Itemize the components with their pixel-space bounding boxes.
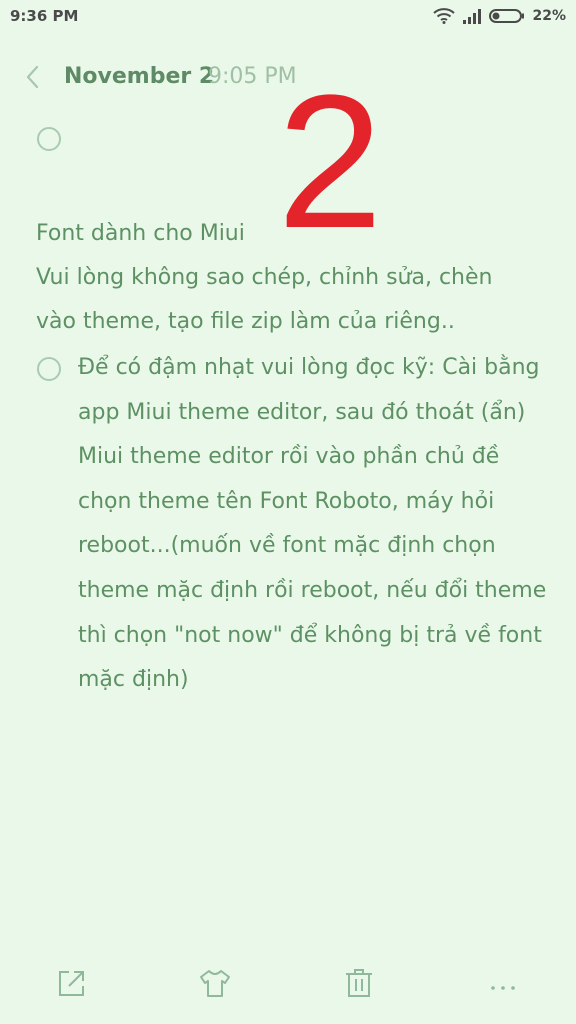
signal-icon bbox=[463, 9, 482, 24]
status-time: 9:36 PM bbox=[10, 7, 79, 25]
note-line-2[interactable]: Vui lòng không sao chép, chỉnh sửa, chèn bbox=[36, 256, 492, 300]
chevron-left-icon[interactable] bbox=[22, 64, 44, 90]
theme-shirt-icon[interactable] bbox=[198, 966, 232, 1000]
status-icons: 22% bbox=[433, 6, 566, 26]
note-line-3[interactable]: vào theme, tạo file zip làm của riêng.. bbox=[36, 300, 455, 344]
share-icon[interactable] bbox=[55, 966, 89, 1000]
wifi-icon bbox=[433, 8, 456, 24]
task-item-text[interactable]: Để có đậm nhạt vui lòng đọc kỹ: Cài bằng… bbox=[78, 346, 548, 703]
checklist-checkbox[interactable] bbox=[37, 127, 61, 151]
overlay-number-annotation: 2 bbox=[277, 56, 383, 268]
note-line-1[interactable]: Font dành cho Miui bbox=[36, 212, 245, 256]
note-date: November 2 bbox=[64, 64, 215, 89]
delete-icon[interactable] bbox=[342, 966, 376, 1000]
battery-icon bbox=[489, 9, 525, 23]
more-icon[interactable] bbox=[486, 966, 520, 1000]
battery-percentage: 22% bbox=[532, 8, 566, 24]
bottom-toolbar bbox=[0, 960, 576, 1010]
status-bar: 9:36 PM 22% bbox=[0, 0, 576, 34]
task-checkbox[interactable] bbox=[37, 357, 61, 381]
